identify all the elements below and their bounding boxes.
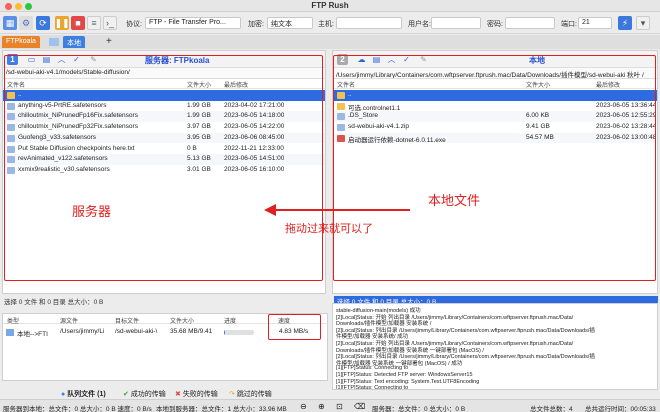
- queue-progress-fill: [224, 330, 225, 335]
- tab-skipped-label: 跳过的传输: [236, 391, 272, 398]
- tab-failed[interactable]: ✖ 失败的传输: [172, 388, 221, 399]
- log-line: [1][FTP]Status: Connecting to: [336, 365, 409, 372]
- zoom-in-icon[interactable]: ⊕: [318, 402, 325, 411]
- password-label: 密码:: [487, 21, 503, 28]
- queue-progress-bar: [224, 330, 254, 335]
- queue-col-source[interactable]: 源文件: [60, 316, 78, 325]
- upload-icon: [6, 329, 14, 336]
- session-tabs: FTPkoala 本地 +: [0, 35, 660, 49]
- log-line: [1][FTP]Status: Text encoding: System.Te…: [336, 378, 480, 385]
- tab-skipped[interactable]: ↷ 跳过的传输: [226, 388, 275, 399]
- queue-col-target[interactable]: 目标文件: [115, 316, 139, 325]
- host-input[interactable]: [336, 17, 402, 29]
- log-panel: stable-diffusion-main(models) 成功 [2]Local…: [332, 303, 658, 390]
- server-annotation: 服务器: [72, 204, 112, 219]
- total-files: 总文件总数：4: [530, 406, 573, 412]
- user-label: 用户名:: [408, 21, 431, 28]
- pause-icon[interactable]: ❚❚: [54, 16, 70, 30]
- upload-stats: 本地到服务器：总文件：1 总大小：33.96 MB: [156, 406, 287, 412]
- protocol-label: 协议:: [126, 21, 142, 28]
- lock-icon[interactable]: ⊡: [336, 402, 343, 411]
- tab-ftpkoala[interactable]: FTPkoala: [2, 36, 40, 48]
- tab-queue-label: 队列文件 (1): [67, 391, 106, 398]
- drag-annotation: 拖动过来就可以了: [285, 223, 373, 235]
- settings-icon[interactable]: ⚙: [19, 16, 33, 30]
- title-bar: FTP Rush: [0, 0, 660, 12]
- tab-local[interactable]: 本地: [63, 36, 85, 48]
- user-input[interactable]: [431, 17, 481, 29]
- protocol-select[interactable]: FTP - File Transfer Pro...: [145, 17, 241, 29]
- queue-row-type: 本地-->FTI: [17, 331, 48, 338]
- status-bar: 服务器到本地：总文件：0 总大小：0 B 速度：0 B/s 本地到服务器：总文件…: [0, 399, 660, 412]
- log-icon[interactable]: ≡: [87, 16, 101, 30]
- tab-local-label: 本地: [67, 40, 81, 47]
- zoom-out-icon[interactable]: ⊖: [300, 402, 307, 411]
- stop-icon[interactable]: ■: [71, 16, 85, 30]
- queue-row-size: 35.68 MB/9.41: [170, 328, 213, 335]
- drag-arrow-icon: [264, 204, 410, 216]
- server-stats: 服务器：总文件：0 总大小：0 B: [372, 406, 466, 412]
- connect-icon[interactable]: ⟳: [36, 16, 50, 30]
- quick-connect-icon[interactable]: ⚡: [618, 16, 632, 30]
- speed-highlight-box: [268, 314, 321, 340]
- tab-queue[interactable]: ● 队列文件 (1): [58, 388, 109, 399]
- encrypt-label: 加密:: [248, 21, 264, 28]
- host-label: 主机:: [318, 21, 334, 28]
- tab-success-label: 成功的传输: [130, 391, 166, 398]
- history-dropdown-icon[interactable]: ▾: [636, 16, 650, 30]
- connection-toolbar: ▦ ⚙ ⟳ ❚❚ ■ ≡ ›_ 协议: FTP - File Transfer …: [0, 12, 660, 34]
- encrypt-select[interactable]: 纯文本: [267, 17, 313, 29]
- success-check-icon: ✔: [123, 391, 131, 398]
- elapsed-time: 总共运行时间：00:05:33: [585, 406, 656, 412]
- log-line: [1][FTP]Status: Connecting to: [336, 385, 409, 390]
- skipped-icon: ↷: [229, 391, 237, 398]
- download-stats: 服务器到本地：总文件：0 总大小：0 B 速度：0 B/s: [3, 406, 152, 412]
- port-label: 端口:: [561, 21, 577, 28]
- terminal-icon[interactable]: ›_: [103, 16, 117, 30]
- transfer-arrow-icon: [49, 38, 59, 46]
- queue-col-size[interactable]: 文件大小: [170, 316, 194, 325]
- local-highlight-box: [333, 55, 656, 281]
- tab-failed-label: 失败的传输: [182, 391, 218, 398]
- tab-ftpkoala-label: FTPkoala: [6, 38, 36, 45]
- local-annotation: 本地文件: [428, 193, 481, 208]
- server-highlight-box: [4, 55, 323, 281]
- trash-icon[interactable]: ⌫: [354, 402, 365, 411]
- add-tab-button[interactable]: +: [106, 36, 112, 47]
- log-line: [1][FTP]Status: Detected FTP server: Win…: [336, 372, 473, 378]
- server-selection-status: 选择 0 文件 和 0 目录 总大小：0 B: [4, 299, 104, 306]
- queue-col-progress[interactable]: 进度: [224, 316, 236, 325]
- site-manager-icon[interactable]: ▦: [3, 16, 17, 30]
- window-title: FTP Rush: [311, 1, 349, 10]
- failed-icon: ✖: [175, 391, 183, 398]
- password-input[interactable]: [505, 17, 555, 29]
- port-input[interactable]: 21: [578, 17, 612, 29]
- queue-row-source: /Users/jimmy/Li: [60, 328, 105, 335]
- queue-col-type[interactable]: 类型: [7, 316, 19, 325]
- queue-row-target: /sd-webui-aki-\: [115, 328, 158, 335]
- tab-success[interactable]: ✔ 成功的传输: [120, 388, 169, 399]
